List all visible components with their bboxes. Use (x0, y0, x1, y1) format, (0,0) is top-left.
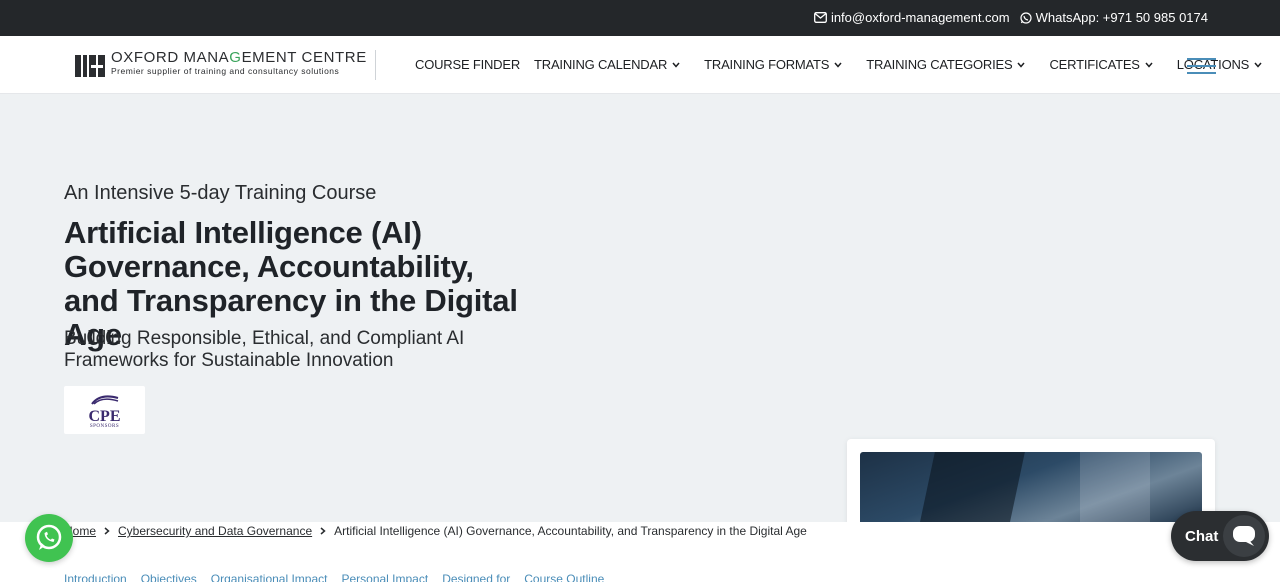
tab-designed-for[interactable]: Designed for (442, 572, 510, 582)
envelope-icon (813, 12, 827, 23)
tab-objectives[interactable]: Objectives (141, 572, 197, 582)
chat-label: Chat (1185, 527, 1219, 545)
chevron-down-icon (1254, 62, 1262, 68)
menu-item-training-formats[interactable]: TRAINING FORMATS (704, 57, 842, 72)
chat-bubble-icon (1223, 515, 1265, 557)
menu-item-training-categories[interactable]: TRAINING CATEGORIES (866, 57, 1026, 72)
course-pretitle: An Intensive 5-day Training Course (64, 182, 377, 204)
tab-organisational-impact[interactable]: Organisational Impact (211, 572, 328, 582)
menu-item-training-calendar[interactable]: TRAINING CALENDAR (534, 57, 680, 72)
menu-item-course-finder[interactable]: COURSE FINDER (415, 57, 520, 72)
chevron-down-icon (1017, 62, 1026, 68)
email-link[interactable]: info@oxford-management.com (813, 10, 1010, 25)
tab-introduction[interactable]: Introduction (64, 572, 127, 582)
logo-text: OXFORD MANAGEMENT CENTRE Premier supplie… (111, 49, 367, 77)
chevron-down-icon (1145, 62, 1153, 68)
main-menu: COURSE FINDER TRAINING CALENDAR TRAINING… (415, 57, 1262, 72)
breadcrumb-section: Home Cybersecurity and Data Governance A… (0, 522, 1280, 582)
whatsapp-icon (1020, 11, 1032, 24)
chat-widget-button[interactable]: Chat (1171, 511, 1269, 561)
hamburger-menu-icon[interactable] (1187, 56, 1217, 76)
contact-links: info@oxford-management.com WhatsApp: +97… (813, 10, 1208, 25)
site-logo[interactable]: OXFORD MANAGEMENT CENTRE Premier supplie… (75, 50, 376, 80)
course-subtitle: Building Responsible, Ethical, and Compl… (64, 328, 465, 371)
chevron-down-icon (672, 62, 680, 68)
logo-tagline: Premier supplier of training and consult… (111, 66, 340, 76)
logo-mark (75, 53, 105, 77)
whatsapp-text: WhatsApp: +971 50 985 0174 (1035, 10, 1208, 25)
top-contact-bar: info@oxford-management.com WhatsApp: +97… (0, 0, 1280, 36)
chevron-right-icon (320, 527, 326, 535)
breadcrumb-category[interactable]: Cybersecurity and Data Governance (118, 524, 312, 538)
course-section-tabs: Introduction Objectives Organisational I… (64, 572, 604, 582)
email-text: info@oxford-management.com (830, 10, 1010, 25)
whatsapp-icon (36, 524, 62, 550)
whatsapp-link[interactable]: WhatsApp: +971 50 985 0174 (1020, 10, 1208, 25)
tab-course-outline[interactable]: Course Outline (524, 572, 604, 582)
breadcrumb: Home Cybersecurity and Data Governance A… (64, 524, 807, 538)
main-navigation: OXFORD MANAGEMENT CENTRE Premier supplie… (0, 36, 1280, 94)
whatsapp-float-button[interactable] (25, 514, 73, 562)
chevron-down-icon (834, 62, 842, 68)
chevron-right-icon (104, 527, 110, 535)
cpe-sponsor-badge: CPE SPONSORS (64, 386, 145, 434)
breadcrumb-current: Artificial Intelligence (AI) Governance,… (334, 524, 807, 538)
tab-personal-impact[interactable]: Personal Impact (341, 572, 428, 582)
logo-name: OXFORD MANAGEMENT CENTRE (111, 49, 367, 66)
cpe-swoosh-icon (90, 395, 118, 405)
cpe-logo: CPE SPONSORS (89, 392, 121, 429)
menu-item-certificates[interactable]: CERTIFICATES (1049, 57, 1153, 72)
